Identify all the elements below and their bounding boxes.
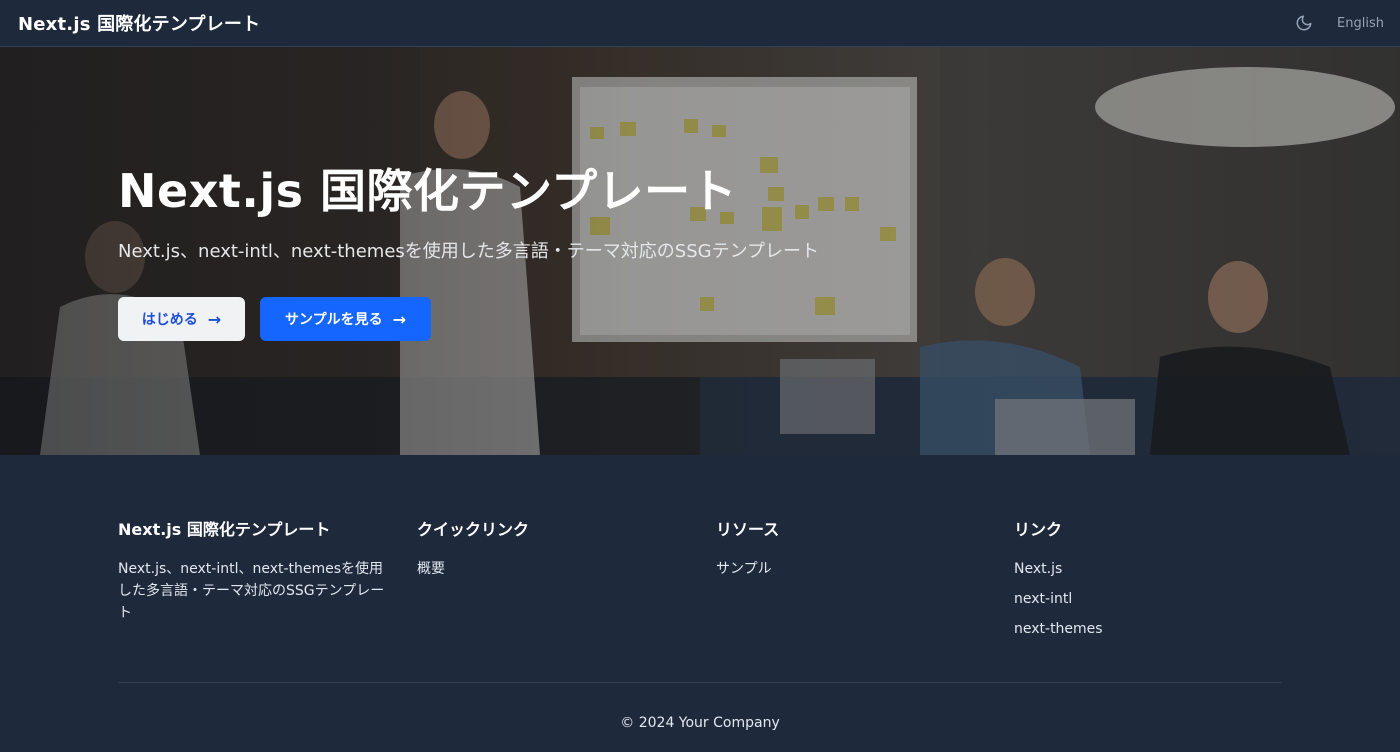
- moon-icon: [1296, 15, 1312, 31]
- hero-buttons: はじめる → サンプルを見る →: [118, 297, 819, 341]
- hero-content: Next.js 国際化テンプレート Next.js、next-intl、next…: [118, 165, 819, 341]
- hero-section: Next.js 国際化テンプレート Next.js、next-intl、next…: [0, 47, 1400, 455]
- footer-link-nextjs[interactable]: Next.js: [1014, 561, 1062, 577]
- footer-about: Next.js 国際化テンプレート Next.js、next-intl、next…: [118, 516, 398, 624]
- footer-divider: [118, 682, 1282, 683]
- hero-subtitle: Next.js、next-intl、next-themesを使用した多言語・テー…: [118, 241, 820, 262]
- theme-toggle-button[interactable]: [1293, 12, 1315, 34]
- footer-about-description: Next.js、next-intl、next-themesを使用した多言語・テー…: [118, 561, 385, 621]
- footer-link-next-themes[interactable]: next-themes: [1014, 621, 1103, 637]
- footer-quick-links-title: クイックリンク: [417, 520, 530, 539]
- hero-title: Next.js 国際化テンプレート: [118, 164, 738, 218]
- footer-resources: リソース サンプル: [716, 516, 996, 588]
- get-started-label: はじめる: [141, 312, 198, 328]
- top-navbar: Next.js 国際化テンプレート English: [0, 0, 1400, 47]
- brand-link[interactable]: Next.js 国際化テンプレート: [18, 10, 260, 36]
- footer-link-overview[interactable]: 概要: [417, 561, 445, 577]
- view-samples-button[interactable]: サンプルを見る →: [260, 297, 431, 341]
- footer-links: リンク Next.js next-intl next-themes: [1014, 516, 1294, 648]
- site-footer: Next.js 国際化テンプレート Next.js、next-intl、next…: [0, 455, 1400, 752]
- footer-link-next-intl[interactable]: next-intl: [1014, 591, 1072, 607]
- arrow-right-icon: →: [207, 309, 222, 329]
- get-started-button[interactable]: はじめる →: [118, 297, 245, 341]
- navbar-actions: English: [1293, 12, 1384, 34]
- copyright-text: © 2024 Your Company: [620, 715, 780, 731]
- footer-quick-links: クイックリンク 概要: [417, 516, 697, 588]
- footer-about-title: Next.js 国際化テンプレート: [118, 520, 331, 539]
- footer-link-samples[interactable]: サンプル: [716, 561, 772, 577]
- view-samples-label: サンプルを見る: [285, 312, 383, 328]
- footer-links-title: リンク: [1014, 520, 1063, 539]
- footer-resources-title: リソース: [716, 520, 780, 539]
- arrow-right-icon: →: [392, 309, 406, 329]
- language-switcher[interactable]: English: [1337, 16, 1384, 31]
